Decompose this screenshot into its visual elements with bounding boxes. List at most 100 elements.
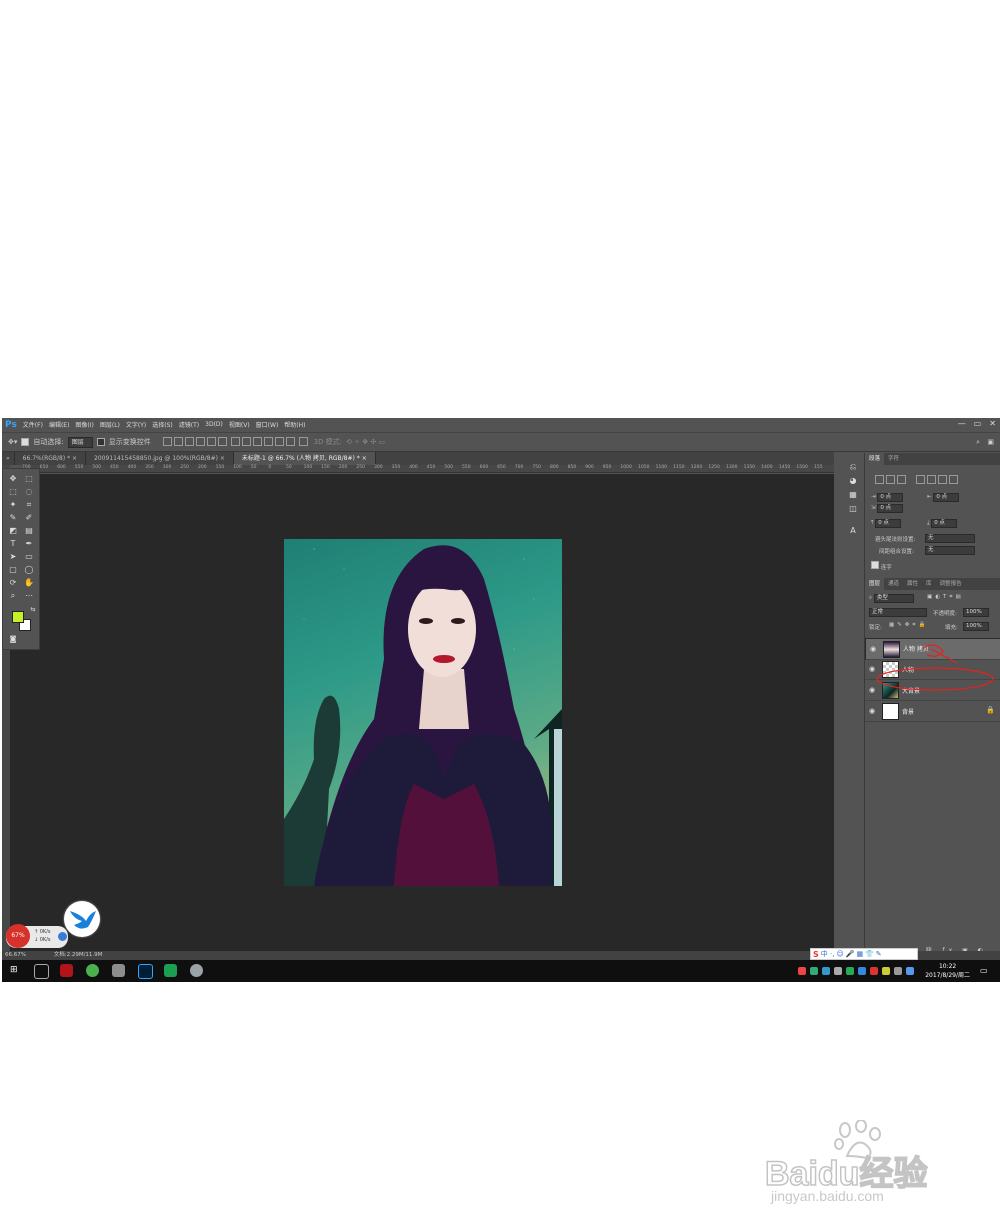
align-vcenter-icon[interactable] [173,436,183,446]
ime-mode-icon[interactable]: 中 ·, [821,949,835,959]
type-tool-icon[interactable]: T [7,538,19,550]
menu-image[interactable]: 图像(I) [75,420,93,429]
foreground-color-swatch[interactable] [12,611,24,623]
justify-left-icon[interactable] [915,475,925,484]
swatches-panel-icon[interactable]: ▦ [847,489,859,501]
move-tool-icon[interactable]: ✥▾ [8,438,17,446]
marquee-tool-icon[interactable]: ⬚ [7,486,19,498]
distribute-hcenter-icon[interactable] [274,436,284,446]
distribute-top-icon[interactable] [230,436,240,446]
rounded-rect-icon[interactable]: ▢ [7,564,19,576]
align-hcenter-icon[interactable] [206,436,216,446]
move-tool-icon[interactable]: ✥ [7,473,19,485]
tray-icon[interactable] [834,967,842,975]
layer-filter-icons[interactable]: ▣◐T⌗▤ [927,594,964,601]
indent-right-field[interactable]: ⇤ 0 点 [927,493,960,502]
ime-toolbar[interactable]: S 中 ·, ☺🎤▦👕✎ [810,948,918,960]
distribute-left-icon[interactable] [263,436,273,446]
zoom-tool-icon[interactable]: ⌕ [7,590,19,602]
windows-start-icon[interactable]: ⊞ [10,964,23,977]
sogou-ime-icon[interactable]: S [813,950,819,959]
swap-colors-icon[interactable]: ⇆ [27,604,39,616]
magic-wand-tool-icon[interactable]: ✦ [7,499,19,511]
close-button[interactable]: ✕ [989,419,996,428]
crop-tool-icon[interactable]: ⌗ [23,499,35,511]
search-icon[interactable]: ⌕ [976,438,980,447]
tabs-collapse-icon[interactable]: » [2,452,15,465]
ellipse-tool-icon[interactable]: ◯ [23,564,35,576]
tray-icon[interactable] [846,967,854,975]
photoshop-taskbar-icon[interactable] [138,964,153,979]
menu-window[interactable]: 窗口(W) [256,420,279,429]
space-after-field[interactable]: ⤓ 0 点 [927,519,958,528]
maximize-button[interactable]: ▭ [974,419,982,428]
distribute-vcenter-icon[interactable] [241,436,251,446]
eye-icon[interactable]: ◉ [869,707,875,715]
auto-select-dropdown[interactable]: 图层 [67,436,93,448]
tray-icon[interactable] [858,967,866,975]
character-panel-icon[interactable]: A [847,525,859,537]
align-bottom-icon[interactable] [184,436,194,446]
fill-input[interactable]: 100% [963,622,989,631]
space-before-field[interactable]: ⤒ 0 点 [871,519,902,528]
tab-paragraph[interactable]: 段落 [865,453,885,465]
ime-tools-icons[interactable]: ☺🎤▦👕✎ [836,950,883,958]
indent-first-field[interactable]: ⇲ 0 点 [871,504,904,513]
auto-select-checkbox[interactable] [21,438,30,446]
justify-right-icon[interactable] [937,475,947,484]
menu-view[interactable]: 视图(V) [229,420,250,429]
menu-type[interactable]: 文字(Y) [126,420,146,429]
lock-icons[interactable]: ▦✎✥⌗🔒 [889,622,928,629]
menu-filter[interactable]: 滤镜(T) [179,420,199,429]
align-center-text-icon[interactable] [886,475,895,484]
path-select-tool-icon[interactable]: ➤ [7,551,19,563]
align-right-icon[interactable] [217,436,227,446]
tab-doc-1[interactable]: 66.7%(RGB/8) * × [15,452,87,465]
tab-libraries[interactable]: 库 [922,578,936,590]
menu-select[interactable]: 选择(S) [152,420,173,429]
rectangle-tool-icon[interactable]: ▭ [23,551,35,563]
tray-icon[interactable] [798,967,806,975]
tray-icon[interactable] [882,967,890,975]
align-left-text-icon[interactable] [875,475,884,484]
hand-tool-icon[interactable]: ✋ [23,577,35,589]
workspace-icon[interactable]: ▣ [987,438,994,446]
brush-tool-icon[interactable]: ✐ [23,512,35,524]
gradient-tool-icon[interactable]: ▤ [23,525,35,537]
tab-doc-2[interactable]: 200911415458850.jpg @ 100%(RGB/8#) × [86,452,234,465]
xunlei-bird-icon[interactable] [64,901,100,937]
eraser-tool-icon[interactable]: ◩ [7,525,19,537]
tray-icon[interactable] [810,967,818,975]
tab-adjust-report[interactable]: 调整报告 [936,578,966,590]
filezilla-icon[interactable] [60,964,73,977]
rotate-view-tool-icon[interactable]: ⟳ [7,577,19,589]
zoom-level[interactable]: 66.67% [5,952,26,958]
tray-icon[interactable] [822,967,830,975]
tab-layers[interactable]: 图层 [865,578,885,590]
history-panel-icon[interactable]: ⎌ [847,461,859,473]
artboard-tool-icon[interactable]: ⬚ [23,473,35,485]
paint-icon[interactable] [190,964,203,977]
browser-icon[interactable] [86,964,99,977]
show-transform-checkbox[interactable] [96,438,105,446]
menu-3d[interactable]: 3D(D) [205,421,223,428]
lasso-tool-icon[interactable]: ◌ [23,486,35,498]
3d-tools-icons[interactable]: ⟲ ✧ ✥ ✣ ▭ [346,438,385,446]
distribute-bottom-icon[interactable] [252,436,262,446]
menu-layer[interactable]: 图层(L) [100,420,120,429]
tray-icon[interactable] [894,967,902,975]
layer-row[interactable]: ◉ 背景 🔒 [865,701,1000,722]
kinsoku-select[interactable]: 无 [925,534,975,543]
layer-filter[interactable]: ⌕ 类型 [869,594,914,603]
tray-icon[interactable] [870,967,878,975]
more-tools-icon[interactable]: ⋯ [23,590,35,602]
menu-help[interactable]: 帮助(H) [284,420,305,429]
adjustments-panel-icon[interactable]: ◫ [847,503,859,515]
opacity-input[interactable]: 100% [963,608,989,617]
tab-doc-3[interactable]: 未标题-1 @ 66.7% (人物 拷贝, RGB/8#) * × [233,452,376,465]
tab-properties[interactable]: 属性 [903,578,922,590]
tray-icon[interactable] [906,967,914,975]
document-image[interactable] [284,539,562,886]
justify-center-icon[interactable] [926,475,936,484]
quick-mask-icon[interactable]: ◙ [7,633,19,645]
